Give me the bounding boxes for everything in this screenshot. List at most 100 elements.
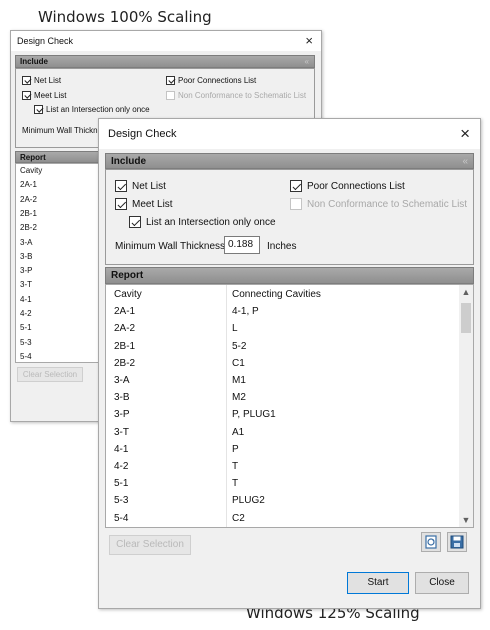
net-list-checkbox[interactable] xyxy=(115,180,127,192)
meet-list-checkbox[interactable] xyxy=(115,198,127,210)
connecting-cavities-cell: PLUG2 xyxy=(232,495,265,507)
non-conformance-checkbox xyxy=(166,91,175,100)
report-row[interactable]: 3-B M2 xyxy=(106,392,473,409)
cavity-cell: 5-3 xyxy=(20,337,32,347)
cavity-cell: 2A-1 xyxy=(114,306,136,318)
connecting-cavities-cell: P xyxy=(232,443,239,455)
clear-selection-button: Clear Selection xyxy=(17,367,83,382)
column-header-connecting-cavities[interactable]: Connecting Cavities xyxy=(232,289,321,300)
include-section-header[interactable]: Include « xyxy=(15,55,315,68)
report-list[interactable]: Cavity Connecting Cavities 2A-1 4-1, P 2A-2 L… xyxy=(105,284,474,528)
report-row[interactable]: 5-4 C2 xyxy=(106,512,473,527)
min-wall-thickness-unit: Inches xyxy=(267,241,297,252)
close-button[interactable]: Close xyxy=(415,572,469,594)
close-icon[interactable]: × xyxy=(305,33,313,48)
close-icon[interactable]: × xyxy=(460,124,470,144)
report-header-label: Report xyxy=(111,270,144,281)
save-report-button[interactable] xyxy=(447,532,467,552)
connecting-cavities-cell: P, PLUG1 xyxy=(232,409,276,421)
cavity-cell: 3-A xyxy=(114,375,130,386)
connecting-cavities-cell: T xyxy=(232,478,239,490)
non-conformance-label: Non Conformance to Schematic List xyxy=(178,91,307,100)
scroll-up-arrow-icon[interactable]: ▲ xyxy=(459,287,473,297)
collapse-chevron-icon[interactable]: « xyxy=(305,57,309,66)
min-wall-thickness-label: Minimum Wall Thickness xyxy=(115,241,226,252)
report-section-header: Report xyxy=(105,267,474,284)
cavity-cell: 4-1 xyxy=(20,294,32,304)
list-intersection-option[interactable]: List an Intersection only once xyxy=(34,105,150,114)
column-header-cavity[interactable]: Cavity xyxy=(20,166,42,175)
report-row[interactable]: 4-1 P xyxy=(106,444,473,461)
list-intersection-option[interactable]: List an Intersection only once xyxy=(129,216,276,228)
cavity-cell: 2A-2 xyxy=(20,194,37,204)
report-row[interactable]: 3-T A1 xyxy=(106,427,473,444)
include-group: Net List Poor Connections List Meet List… xyxy=(105,169,474,265)
column-header-cavity[interactable]: Cavity xyxy=(114,289,142,300)
net-list-checkbox[interactable] xyxy=(22,76,31,85)
cavity-cell: 3-P xyxy=(114,409,130,421)
cavity-cell: 5-1 xyxy=(20,323,32,333)
collapse-chevron-icon[interactable]: « xyxy=(462,156,468,167)
include-header-label: Include xyxy=(20,57,49,66)
report-scrollbar[interactable]: ▲ ▼ xyxy=(459,285,473,527)
report-row[interactable]: 5-1 T xyxy=(106,478,473,495)
cavity-cell: 4-2 xyxy=(114,461,129,472)
non-conformance-label: Non Conformance to Schematic List xyxy=(307,198,468,210)
dialog-title: Design Check xyxy=(108,128,177,140)
refresh-report-button[interactable] xyxy=(421,532,441,552)
cavity-cell: 5-4 xyxy=(114,512,129,524)
cavity-cell: 2B-1 xyxy=(114,340,136,352)
report-row[interactable]: 3-A M1 xyxy=(106,375,473,392)
report-row[interactable]: 2A-2 L xyxy=(106,323,473,340)
start-button[interactable]: Start xyxy=(347,572,409,594)
design-check-dialog-125: Design Check × Include « Net List Poor C… xyxy=(98,118,481,609)
meet-list-checkbox[interactable] xyxy=(22,91,31,100)
poor-connections-label: Poor Connections List xyxy=(307,180,405,192)
poor-connections-checkbox[interactable] xyxy=(166,76,175,85)
meet-list-label: Meet List xyxy=(132,198,173,210)
connecting-cavities-cell: C1 xyxy=(232,357,245,369)
net-list-option[interactable]: Net List xyxy=(22,76,61,85)
report-row[interactable]: 2A-1 4-1, P xyxy=(106,306,473,323)
cavity-cell: 5-3 xyxy=(114,495,129,507)
net-list-label: Net List xyxy=(132,180,166,192)
meet-list-option[interactable]: Meet List xyxy=(115,198,173,210)
cavity-cell: 4-1 xyxy=(114,443,129,455)
poor-connections-option[interactable]: Poor Connections List xyxy=(290,180,405,192)
scroll-thumb[interactable] xyxy=(461,303,471,333)
cavity-cell: 2B-2 xyxy=(20,223,37,233)
cavity-cell: 3-P xyxy=(20,266,33,276)
connecting-cavities-cell: 5-2 xyxy=(232,340,247,352)
net-list-option[interactable]: Net List xyxy=(115,180,166,192)
report-row[interactable]: 5-3 PLUG2 xyxy=(106,495,473,512)
refresh-report-icon xyxy=(425,535,437,549)
include-section-header[interactable]: Include « xyxy=(105,153,474,169)
cavity-cell: 2A-1 xyxy=(20,180,37,190)
scroll-down-arrow-icon[interactable]: ▼ xyxy=(459,515,473,525)
cavity-cell: 3-T xyxy=(20,280,32,290)
net-list-label: Net List xyxy=(34,76,62,85)
cavity-cell: 3-A xyxy=(20,237,33,247)
list-intersection-checkbox[interactable] xyxy=(129,216,141,228)
title-bar: Design Check × xyxy=(99,119,480,149)
meet-list-option[interactable]: Meet List xyxy=(22,91,66,100)
non-conformance-option: Non Conformance to Schematic List xyxy=(166,91,306,100)
report-row[interactable]: 3-P P, PLUG1 xyxy=(106,409,473,426)
min-wall-thickness-input[interactable]: 0.188 xyxy=(224,236,260,254)
report-row[interactable]: 2B-1 5-2 xyxy=(106,341,473,358)
report-row[interactable]: 2B-2 C1 xyxy=(106,358,473,375)
list-intersection-checkbox[interactable] xyxy=(34,105,43,114)
cavity-cell: 2B-1 xyxy=(20,208,37,218)
list-intersection-label: List an Intersection only once xyxy=(46,105,150,114)
poor-connections-checkbox[interactable] xyxy=(290,180,302,192)
poor-connections-option[interactable]: Poor Connections List xyxy=(166,76,256,85)
list-intersection-label: List an Intersection only once xyxy=(146,216,276,228)
title-bar: Design Check × xyxy=(11,31,321,51)
report-row[interactable]: 4-2 T xyxy=(106,461,473,478)
connecting-cavities-cell: C2 xyxy=(232,512,245,524)
connecting-cavities-cell: T xyxy=(232,461,239,472)
connecting-cavities-cell: M1 xyxy=(232,375,246,386)
cavity-cell: 5-1 xyxy=(114,478,129,490)
clear-selection-button: Clear Selection xyxy=(109,535,191,555)
report-header-label: Report xyxy=(20,153,46,162)
